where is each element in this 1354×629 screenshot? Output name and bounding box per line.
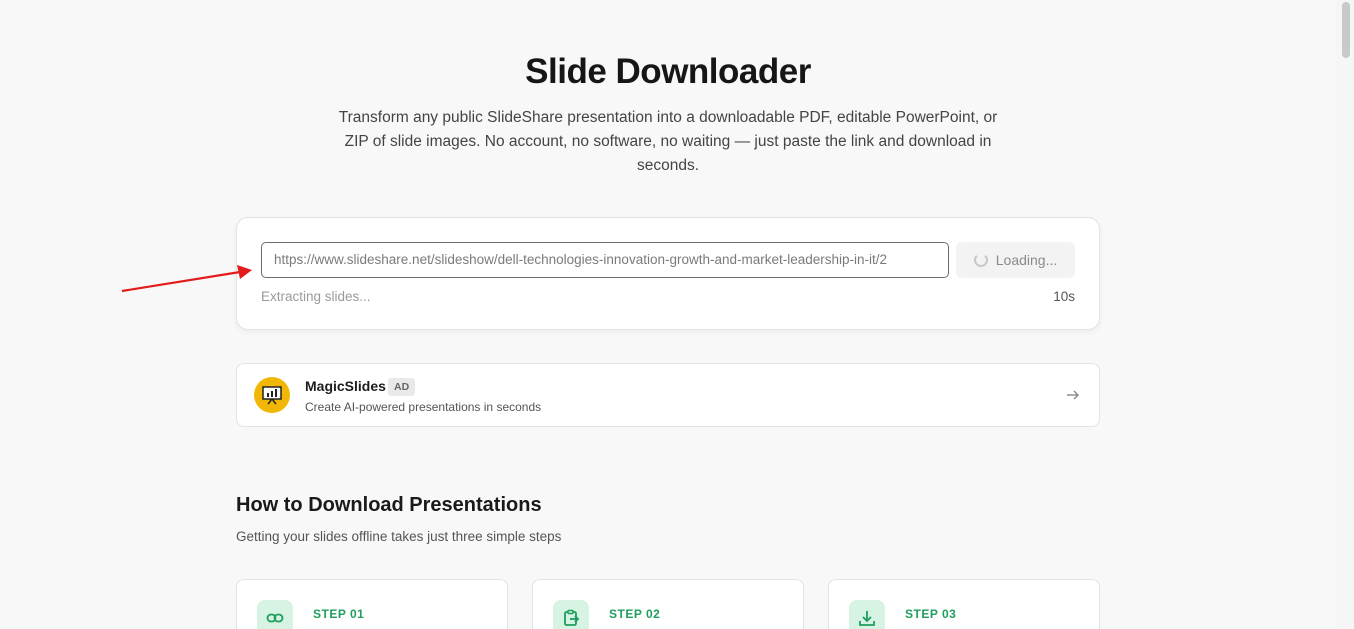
ad-card-magicslides[interactable]: MagicSlides AD Create AI-powered present… [236, 363, 1100, 427]
step-card-2: STEP 02 [532, 579, 804, 629]
download-button-label: Loading... [995, 252, 1058, 268]
step-label: STEP 01 [313, 607, 365, 621]
status-text: Extracting slides... [261, 289, 371, 304]
elapsed-timer: 10s [1053, 289, 1075, 304]
annotation-arrow-icon [121, 265, 252, 293]
download-button[interactable]: Loading... [956, 242, 1075, 278]
step-label: STEP 02 [609, 607, 661, 621]
spinner-icon [973, 253, 988, 267]
page: Slide Downloader Transform any public Sl… [0, 0, 1354, 629]
how-to-title: How to Download Presentations [236, 494, 542, 516]
scrollbar[interactable] [1336, 0, 1354, 629]
scrollbar-thumb[interactable] [1342, 2, 1350, 58]
step-label: STEP 03 [905, 607, 957, 621]
presentation-chart-icon [254, 377, 290, 413]
url-input[interactable]: https://www.slideshare.net/slideshow/del… [261, 242, 949, 278]
ad-description: Create AI-powered presentations in secon… [305, 400, 542, 414]
step-card-1: STEP 01 [236, 579, 508, 629]
arrow-right-icon [1067, 390, 1079, 400]
link-icon [257, 600, 293, 629]
page-title: Slide Downloader [525, 52, 811, 91]
ad-badge: AD [388, 378, 416, 396]
downloader-card: https://www.slideshare.net/slideshow/del… [236, 217, 1100, 330]
download-icon [849, 600, 885, 629]
ad-name: MagicSlides [305, 378, 386, 394]
how-to-subtitle: Getting your slides offline takes just t… [236, 529, 562, 544]
step-card-3: STEP 03 [828, 579, 1100, 629]
page-subtitle: Transform any public SlideShare presenta… [338, 109, 998, 174]
clipboard-paste-icon [553, 600, 589, 629]
